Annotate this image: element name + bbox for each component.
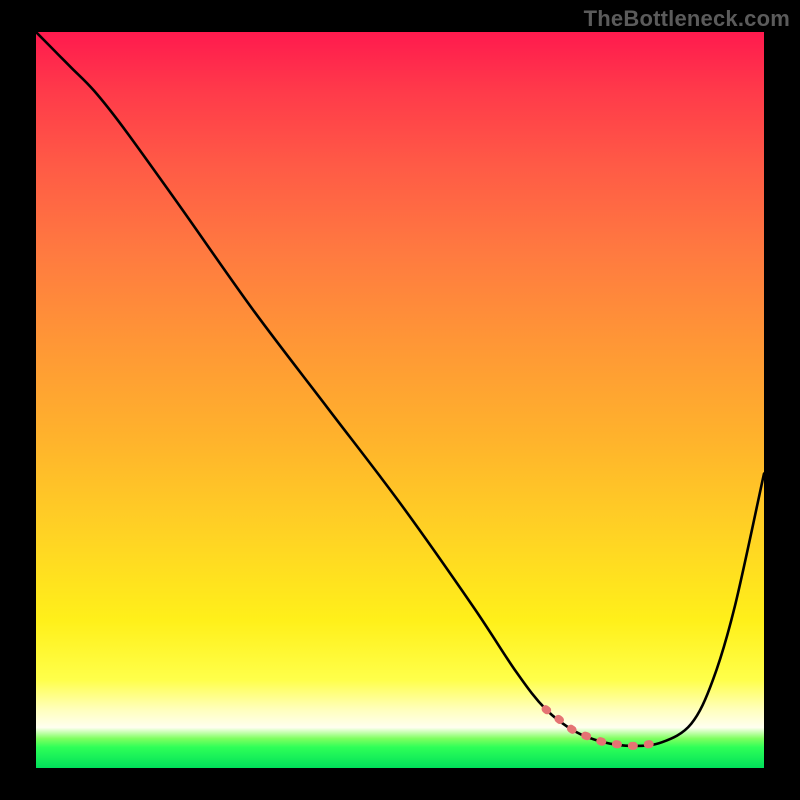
curve-layer	[36, 32, 764, 768]
watermark-label: TheBottleneck.com	[584, 6, 790, 32]
highlight-curve-path	[546, 709, 663, 746]
plot-area	[36, 32, 764, 768]
main-curve-path	[36, 32, 764, 746]
chart-frame: TheBottleneck.com	[0, 0, 800, 800]
